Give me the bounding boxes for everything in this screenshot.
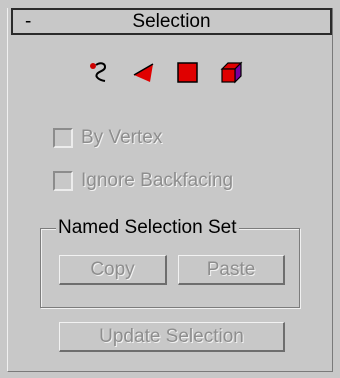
copy-button[interactable]: Copy [59,255,167,285]
by-vertex-checkbox[interactable] [53,128,73,148]
by-vertex-label: By Vertex [81,127,163,148]
face-icon[interactable] [176,61,199,84]
element-icon[interactable] [220,61,243,84]
rollout-header[interactable]: - Selection [11,8,332,35]
ignore-backfacing-label: Ignore Backfacing [81,170,234,191]
paste-button[interactable]: Paste [178,255,285,285]
ignore-backfacing-checkbox[interactable] [53,171,73,191]
ignore-backfacing-row: Ignore Backfacing [53,170,233,192]
by-vertex-row: By Vertex [53,127,162,149]
vertex-icon[interactable] [88,61,111,84]
named-selection-set-title: Named Selection Set [56,216,239,240]
edge-icon[interactable] [132,61,155,84]
rollout-title: Selection [132,11,211,32]
subobject-level-toolbar [88,61,243,84]
update-selection-button[interactable]: Update Selection [59,322,285,352]
